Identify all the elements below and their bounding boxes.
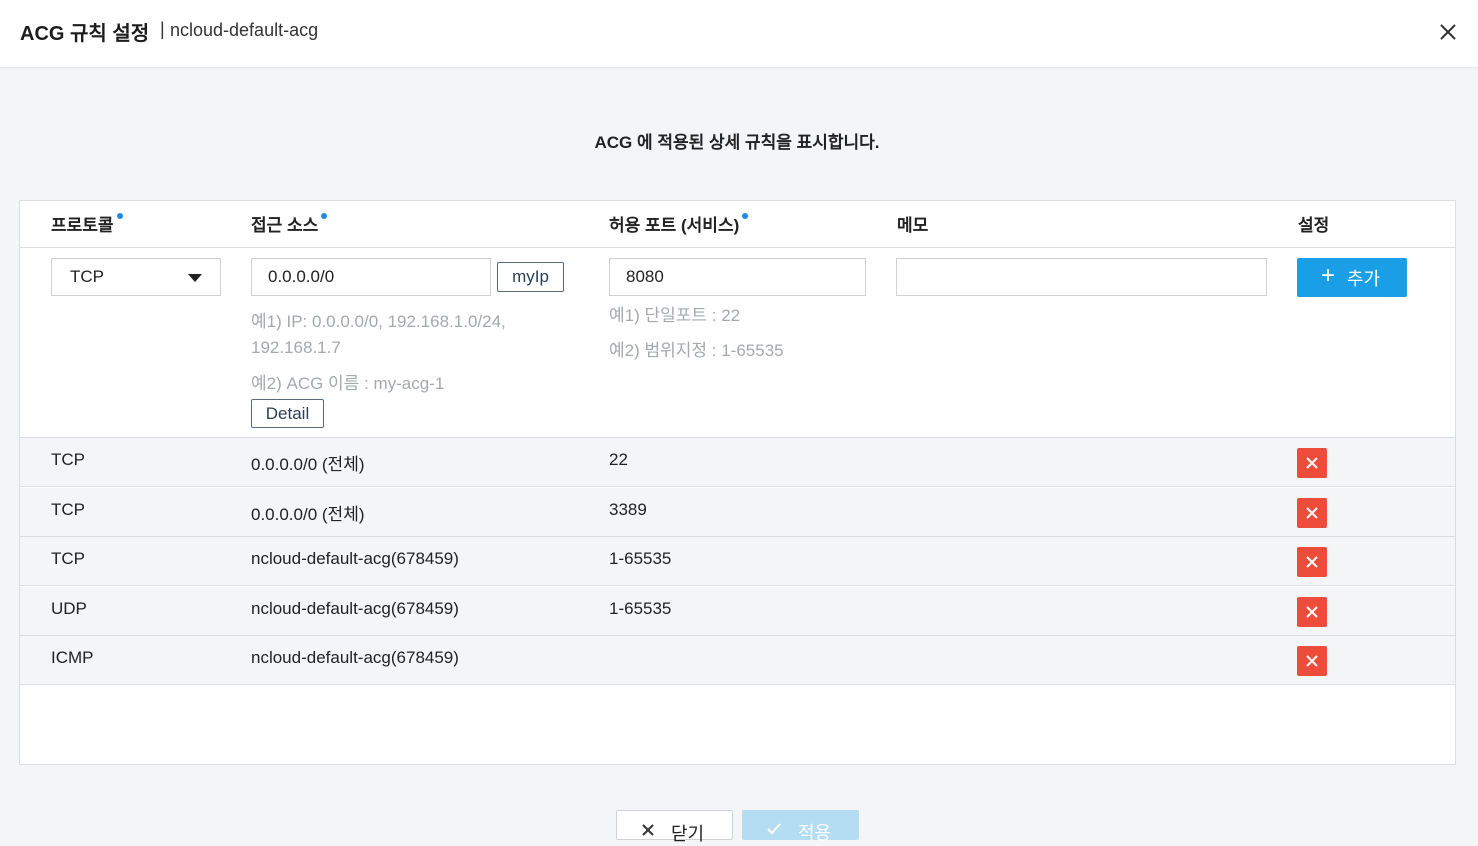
close-icon	[1306, 556, 1318, 568]
myip-button[interactable]: myIp	[497, 262, 564, 292]
row-source: ncloud-default-acg(678459)	[251, 599, 459, 618]
protocol-select[interactable]: TCP	[51, 258, 221, 296]
required-dot-icon	[742, 213, 749, 219]
memo-input[interactable]	[896, 258, 1267, 296]
delete-rule-button[interactable]	[1297, 547, 1327, 577]
title-separator: |	[160, 19, 165, 39]
column-settings: 설정	[1298, 216, 1330, 235]
row-source: ncloud-default-acg(678459)	[251, 648, 459, 667]
close-icon	[1306, 507, 1318, 519]
protocol-select-value: TCP	[70, 267, 104, 286]
row-protocol: TCP	[51, 500, 85, 519]
column-protocol: 프로토콜	[51, 211, 123, 236]
modal-subtitle: ncloud-default-acg	[170, 20, 319, 40]
row-protocol: TCP	[51, 450, 85, 469]
source-hint-2: 예2) ACG 이름 : my-acg-1	[251, 374, 445, 393]
row-port: 1-65535	[609, 549, 672, 568]
source-input[interactable]	[251, 258, 491, 296]
description-text: ACG 에 적용된 상세 규칙을 표시합니다.	[594, 133, 880, 152]
delete-rule-button[interactable]	[1297, 597, 1327, 627]
port-input[interactable]	[609, 258, 866, 296]
row-port: 1-65535	[609, 599, 672, 618]
close-icon[interactable]	[1436, 20, 1460, 44]
close-icon	[1306, 606, 1318, 618]
table-row: TCP ncloud-default-acg(678459) 1-65535	[20, 537, 1455, 586]
table-row: UDP ncloud-default-acg(678459) 1-65535	[20, 587, 1455, 636]
row-port: 22	[609, 450, 628, 469]
column-port: 허용 포트 (서비스)	[609, 211, 749, 236]
close-button[interactable]: 닫기	[616, 810, 733, 844]
caret-down-icon	[188, 274, 202, 282]
delete-rule-button[interactable]	[1297, 646, 1327, 676]
row-protocol: UDP	[51, 599, 87, 618]
plus-icon: +	[1321, 262, 1336, 289]
acg-rule-table: 프로토콜 접근 소스 허용 포트 (서비스) 메모 설정 TCP myIp 예1…	[19, 200, 1456, 765]
required-dot-icon	[116, 213, 123, 219]
modal-title: ACG 규칙 설정	[20, 23, 150, 45]
port-hint-1: 예1) 단일포트 : 22	[609, 306, 741, 325]
add-rule-button[interactable]: + 추가	[1297, 258, 1407, 297]
apply-button[interactable]: 적용	[742, 810, 859, 843]
port-hint-2: 예2) 범위지정 : 1-65535	[609, 341, 784, 360]
table-header: 프로토콜 접근 소스 허용 포트 (서비스) 메모 설정	[20, 201, 1455, 248]
column-memo: 메모	[897, 216, 929, 235]
check-icon	[767, 823, 781, 835]
apply-button-label: 적용	[798, 823, 832, 843]
source-hint-1: 예1) IP: 0.0.0.0/0, 192.168.1.0/24, 192.1…	[251, 312, 506, 357]
add-rule-label: 추가	[1347, 269, 1381, 289]
detail-button[interactable]: Detail	[251, 399, 324, 428]
row-source: 0.0.0.0/0 (전체)	[251, 455, 365, 474]
required-dot-icon	[321, 213, 328, 219]
close-button-label: 닫기	[671, 824, 705, 844]
table-row: TCP 0.0.0.0/0 (전체) 3389	[20, 488, 1455, 537]
row-source: 0.0.0.0/0 (전체)	[251, 505, 365, 524]
modal-header: ACG 규칙 설정 | ncloud-default-acg	[0, 0, 1478, 68]
table-row: ICMP ncloud-default-acg(678459)	[20, 636, 1455, 685]
delete-rule-button[interactable]	[1297, 448, 1327, 478]
close-icon	[642, 824, 654, 836]
close-icon	[1306, 457, 1318, 469]
row-protocol: ICMP	[51, 648, 94, 667]
column-source: 접근 소스	[251, 211, 328, 236]
table-row: TCP 0.0.0.0/0 (전체) 22	[20, 438, 1455, 487]
delete-rule-button[interactable]	[1297, 498, 1327, 528]
row-port: 3389	[609, 500, 647, 519]
close-icon	[1306, 655, 1318, 667]
row-protocol: TCP	[51, 549, 85, 568]
row-source: ncloud-default-acg(678459)	[251, 549, 459, 568]
new-rule-form: TCP myIp 예1) IP: 0.0.0.0/0, 192.168.1.0/…	[20, 248, 1455, 438]
